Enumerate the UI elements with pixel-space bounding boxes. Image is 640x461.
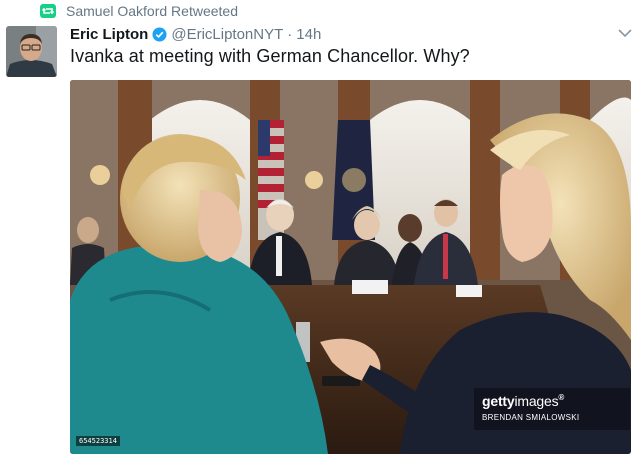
getty-watermark: gettyimages® BRENDAN SMIALOWSKI — [474, 388, 630, 430]
image-id-label: 654523314 — [76, 436, 120, 446]
retweeted-by-label[interactable]: Samuel Oakford Retweeted — [66, 3, 238, 19]
retweet-context: Samuel Oakford Retweeted — [40, 2, 238, 20]
getty-registered-mark: ® — [558, 393, 565, 402]
getty-logo: gettyimages® — [482, 393, 564, 409]
author-avatar[interactable] — [6, 26, 57, 77]
chevron-down-icon[interactable] — [618, 28, 632, 38]
tweet-timestamp[interactable]: 14h — [296, 26, 321, 43]
separator-dot: · — [287, 25, 293, 43]
tweet-photo[interactable]: gettyimages® BRENDAN SMIALOWSKI 65452331… — [70, 80, 631, 454]
getty-logo-light: images — [514, 393, 559, 409]
tweet-text: Ivanka at meeting with German Chancellor… — [70, 46, 470, 66]
author-handle[interactable]: @EricLiptonNYT — [171, 26, 283, 43]
photo-credit: BRENDAN SMIALOWSKI — [482, 413, 580, 422]
getty-logo-bold: getty — [482, 393, 515, 409]
verified-badge-icon — [152, 26, 167, 42]
retweet-icon — [40, 4, 56, 18]
author-name[interactable]: Eric Lipton — [70, 26, 148, 43]
tweet-header: Eric Lipton @EricLiptonNYT · 14h — [70, 24, 321, 44]
